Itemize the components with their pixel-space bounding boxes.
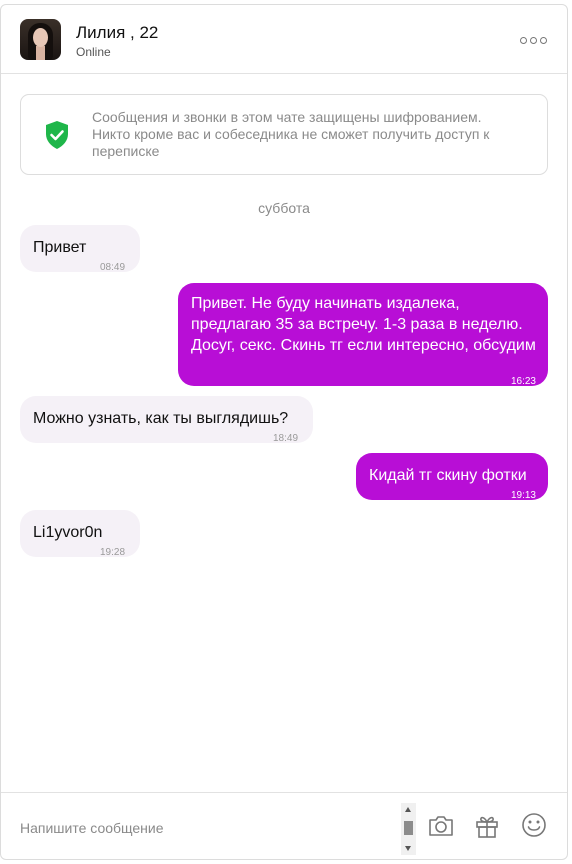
gift-icon[interactable]: [474, 812, 500, 840]
message-composer: Напишите сообщение: [1, 792, 567, 859]
camera-icon[interactable]: [427, 813, 455, 839]
message-text: Li1yvor0n: [33, 524, 103, 541]
contact-name[interactable]: Лилия , 22: [76, 23, 158, 43]
more-dots-icon[interactable]: [520, 34, 548, 46]
shield-check-icon: [46, 121, 68, 149]
message-incoming[interactable]: Li1yvor0n 19:28: [20, 510, 140, 558]
input-scrollbar[interactable]: [401, 803, 416, 855]
message-text: Привет. Не буду начинать издалека, предл…: [191, 295, 536, 354]
scroll-down-arrow-icon[interactable]: [405, 846, 411, 851]
date-separator: суббота: [258, 200, 310, 216]
encryption-notice: Сообщения и звонки в этом чате защищены …: [20, 94, 548, 175]
message-text: Можно узнать, как ты выглядишь?: [33, 410, 289, 427]
message-outgoing[interactable]: Привет. Не буду начинать издалека, предл…: [178, 283, 548, 387]
message-time: 19:13: [510, 490, 536, 501]
message-outgoing[interactable]: Кидай тг скину фотки 19:13: [356, 453, 548, 501]
message-time: 18:49: [273, 433, 299, 444]
encryption-notice-text: Сообщения и звонки в этом чате защищены …: [92, 109, 490, 159]
message-time: 08:49: [100, 262, 126, 273]
scroll-up-arrow-icon[interactable]: [405, 807, 411, 812]
chat-window: Лилия , 22 Online Сообщения и звонки в э…: [0, 4, 568, 860]
message-incoming[interactable]: Привет 08:49: [20, 225, 140, 273]
message-input[interactable]: Напишите сообщение: [20, 820, 164, 836]
message-time: 19:28: [100, 547, 126, 558]
message-text: Привет: [33, 239, 87, 256]
scrollbar-thumb[interactable]: [404, 821, 413, 835]
message-text: Кидай тг скину фотки: [369, 467, 527, 484]
online-status: Online: [76, 45, 111, 59]
message-time: 16:23: [510, 376, 536, 387]
smiley-icon[interactable]: [520, 811, 548, 839]
avatar[interactable]: [20, 19, 61, 60]
chat-header: Лилия , 22 Online: [1, 5, 567, 74]
message-incoming[interactable]: Можно узнать, как ты выглядишь? 18:49: [20, 396, 313, 444]
